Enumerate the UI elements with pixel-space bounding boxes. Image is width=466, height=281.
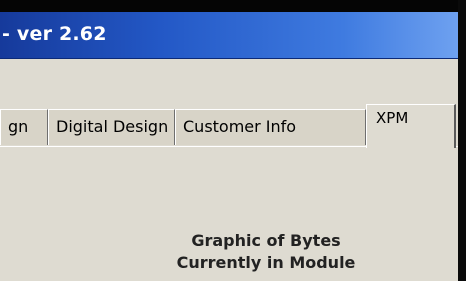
title-bar[interactable]: - ver 2.62 — [0, 12, 458, 59]
caption-line-2: Currently in Module — [176, 253, 356, 272]
tab-digital-design[interactable]: Digital Design — [48, 109, 175, 145]
right-border — [458, 0, 466, 281]
toolbar-area — [0, 59, 458, 103]
tab-design-partial[interactable]: gn — [0, 109, 48, 145]
tab-label: Customer Info — [183, 117, 297, 136]
tab-customer-info[interactable]: Customer Info — [175, 109, 366, 145]
tab-xpm[interactable]: XPM — [366, 104, 456, 148]
graphic-caption: Graphic of Bytes Currently in Module — [150, 230, 382, 274]
tab-label: Digital Design — [56, 117, 169, 136]
window-title: - ver 2.62 — [2, 23, 107, 45]
tab-label: XPM — [376, 109, 409, 127]
caption-line-1: Graphic of Bytes — [191, 231, 341, 250]
tab-label: gn — [8, 117, 29, 136]
top-border — [0, 0, 466, 12]
